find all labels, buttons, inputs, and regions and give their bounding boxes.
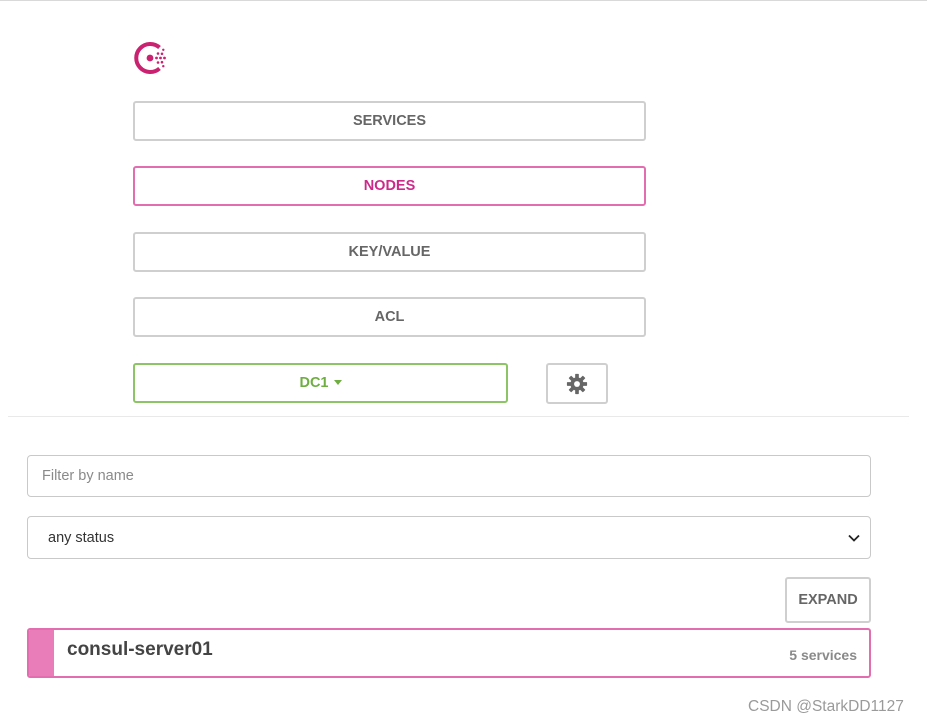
nav-nodes-button[interactable]: NODES (133, 166, 646, 206)
datacenter-dropdown-button[interactable]: DC1 (133, 363, 508, 403)
chevron-down-icon (848, 534, 860, 542)
caret-down-icon (333, 379, 342, 385)
section-divider (8, 416, 909, 417)
node-list-item[interactable]: consul-server01 5 services (27, 628, 871, 678)
expand-button[interactable]: EXPAND (785, 577, 871, 623)
status-filter-select[interactable]: any status (27, 516, 871, 559)
gear-icon (566, 373, 588, 394)
filter-by-name-input[interactable] (27, 455, 871, 497)
consul-logo-icon[interactable] (133, 40, 169, 76)
node-services-count: 5 services (789, 647, 857, 663)
top-border (0, 0, 927, 1)
datacenter-label: DC1 (299, 375, 329, 391)
watermark-text: CSDN @StarkDD1127 (748, 698, 904, 715)
status-filter-value: any status (48, 529, 115, 546)
nav-acl-button[interactable]: ACL (133, 297, 646, 337)
node-status-indicator (29, 630, 54, 676)
settings-button[interactable] (546, 363, 608, 404)
nav-services-button[interactable]: SERVICES (133, 101, 646, 141)
node-name: consul-server01 (67, 639, 213, 660)
nav-key-value-button[interactable]: KEY/VALUE (133, 232, 646, 272)
